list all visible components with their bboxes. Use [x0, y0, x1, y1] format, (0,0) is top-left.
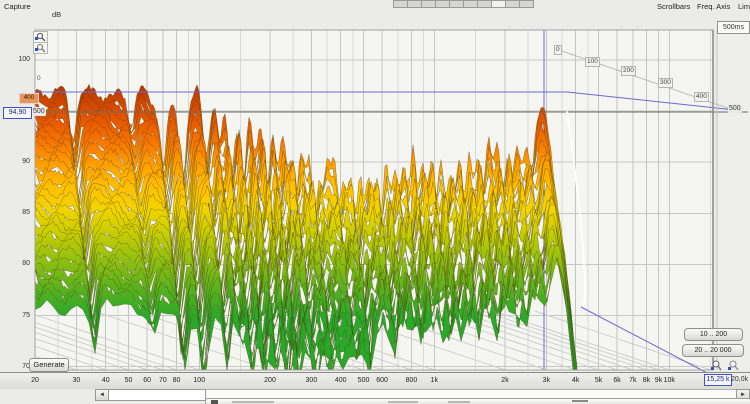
x-axis-end-label: 20,0k	[731, 376, 748, 383]
toolbar-button[interactable]	[450, 0, 464, 8]
toolbar-fragment[interactable]	[393, 0, 534, 7]
db-cursor-readout[interactable]: 94,90	[3, 107, 32, 119]
y-axis-tick-label: 75	[0, 312, 30, 319]
y-axis-tick-label: 90	[0, 158, 30, 165]
toolbar-button[interactable]	[408, 0, 422, 8]
x-axis-tick-label: 6k	[613, 377, 620, 384]
waterfall-plot[interactable]	[0, 0, 750, 404]
x-axis-tick-label: 4k	[572, 377, 579, 384]
x-axis-tick-label: 600	[376, 377, 388, 384]
x-axis-tick-label: 500	[358, 377, 370, 384]
generate-button[interactable]: Generate	[29, 358, 69, 372]
right-time-end-label: 500	[728, 104, 742, 113]
app-window: Capture Scrollbars Freq. Axis Lim dB 100…	[0, 0, 750, 404]
x-axis-tick-label: 10k	[664, 377, 675, 384]
x-axis-tick-label: 5k	[595, 377, 602, 384]
time-axis-tick-label: 0	[554, 45, 562, 55]
toolbar-button[interactable]	[422, 0, 436, 8]
left-time-end-label: 500	[32, 107, 46, 116]
x-axis-tick-label: 30	[72, 377, 80, 384]
y-axis-tick-label: 85	[0, 209, 30, 216]
magnifier-icon	[34, 32, 47, 42]
toolbar-button[interactable]	[478, 0, 492, 8]
panel-text-fragment	[572, 400, 588, 402]
x-axis-tick-label: 50	[125, 377, 133, 384]
toolbar-button[interactable]	[393, 0, 408, 8]
y-axis-tick-label: 100	[0, 56, 30, 63]
panel-text-fragment	[232, 401, 274, 403]
toolbar-button[interactable]	[520, 0, 534, 8]
x-axis-tick-label: 2k	[501, 377, 508, 384]
x-axis-tick-label: 8k	[643, 377, 650, 384]
range-full-button[interactable]: 20 .. 20 000	[682, 344, 744, 357]
x-axis-tick-label: 1k	[431, 377, 438, 384]
time-axis-tick-label: 100	[585, 57, 600, 67]
toolbar-button[interactable]	[492, 0, 506, 8]
x-axis-tick-label: 60	[143, 377, 151, 384]
panel-text-fragment	[448, 401, 470, 403]
x-axis-tick-label: 80	[173, 377, 181, 384]
time-marker-label[interactable]: 400	[19, 93, 39, 104]
toolbar-button[interactable]	[436, 0, 450, 8]
zoom-out-y-button[interactable]	[33, 42, 48, 54]
toolbar-button[interactable]	[464, 0, 478, 8]
bottom-panel-edge	[205, 398, 750, 404]
x-axis-tick-label: 300	[306, 377, 318, 384]
toolbar-button[interactable]	[506, 0, 520, 8]
time-axis-tick-label: 400	[694, 92, 709, 102]
x-axis-tick-label: 9k	[655, 377, 662, 384]
magnifier-icon	[709, 360, 723, 372]
x-axis-tick-label: 800	[406, 377, 418, 384]
x-axis-tick-label: 20	[31, 377, 39, 384]
x-axis-tick-label: 400	[335, 377, 347, 384]
magnifier-icon	[34, 43, 47, 53]
x-axis-tick-label: 70	[159, 377, 167, 384]
h-scrollbar-thumb[interactable]	[108, 389, 206, 401]
time-axis-tick-label: 200	[621, 66, 636, 76]
x-axis-tick-label: 3k	[543, 377, 550, 384]
scroll-left-button[interactable]: ◄	[95, 389, 109, 401]
frequency-axis[interactable]: 20 30 40 50 60 70 80 100 200 300 400 500 600 800 1k 2k 3…	[0, 372, 750, 389]
x-axis-tick-label: 200	[264, 377, 276, 384]
time-window-box: 500ms	[717, 21, 750, 34]
panel-text-fragment	[388, 401, 418, 403]
freq-cursor-readout[interactable]: 15,25 k	[704, 374, 732, 386]
range-low-button[interactable]: 10 .. 200	[684, 328, 743, 341]
panel-icon	[211, 400, 218, 404]
left-time-label-partial: 0	[37, 76, 41, 83]
time-axis-tick-label: 300	[658, 78, 673, 88]
x-axis-tick-label: 40	[102, 377, 110, 384]
x-axis-tick-label: 100	[193, 377, 205, 384]
zoom-in-x-button[interactable]	[709, 359, 723, 371]
y-axis-tick-label: 70	[0, 363, 30, 370]
zoom-out-x-button[interactable]	[726, 359, 740, 371]
x-axis-tick-label: 7k	[629, 377, 636, 384]
magnifier-icon	[726, 360, 740, 372]
y-axis-tick-label: 80	[0, 260, 30, 267]
